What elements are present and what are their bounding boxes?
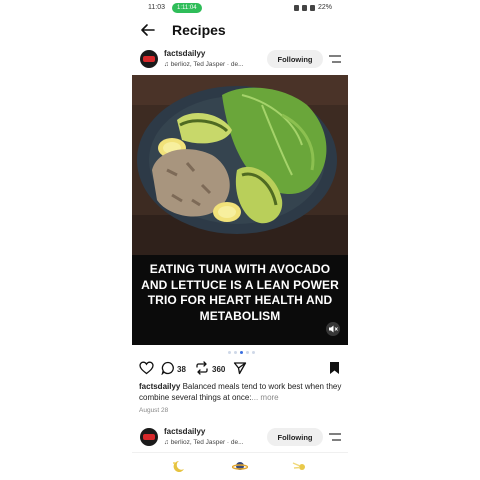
post-actions: 38 360 bbox=[132, 360, 348, 378]
bookmark-icon[interactable] bbox=[329, 361, 340, 375]
comment-count: 38 bbox=[177, 365, 186, 374]
post-caption[interactable]: factsdailyy Balanced meals tend to work … bbox=[139, 381, 345, 403]
next-post-header: factsdailyy ♫ berlioz, Ted Jasper · de..… bbox=[132, 424, 348, 454]
carousel-dot bbox=[234, 351, 237, 354]
carousel-dot bbox=[228, 351, 231, 354]
wifi-icon bbox=[301, 4, 307, 11]
heart-icon[interactable] bbox=[139, 361, 154, 375]
avatar[interactable] bbox=[140, 50, 158, 68]
page-title: Recipes bbox=[172, 22, 226, 38]
call-pill[interactable]: 1:11:04 bbox=[172, 3, 202, 13]
music-label: berlioz, Ted Jasper · de... bbox=[170, 61, 244, 68]
overlay-text: EATING TUNA WITH AVOCADO AND LETTUCE IS … bbox=[141, 262, 339, 323]
carousel-dot bbox=[252, 351, 255, 354]
signal-icon bbox=[309, 4, 315, 11]
moon-icon[interactable] bbox=[170, 459, 186, 473]
more-menu-icon[interactable] bbox=[329, 54, 341, 64]
more-link[interactable]: ... more bbox=[252, 393, 279, 402]
status-bar: 11:03 1:11:04 22% bbox=[132, 0, 348, 16]
next-post-music[interactable]: ♫ berlioz, Ted Jasper · de... bbox=[164, 439, 244, 446]
more-menu-icon[interactable] bbox=[329, 432, 341, 442]
post-username[interactable]: factsdailyy bbox=[164, 49, 205, 58]
status-time: 11:03 bbox=[148, 4, 165, 11]
bottom-nav bbox=[132, 452, 348, 480]
following-button[interactable]: Following bbox=[267, 50, 323, 68]
battery-text: 22% bbox=[317, 4, 332, 11]
repost-icon[interactable] bbox=[195, 361, 209, 375]
comment-icon[interactable] bbox=[161, 361, 175, 375]
carousel-dot bbox=[246, 351, 249, 354]
post-music[interactable]: ♫ berlioz, Ted Jasper · de... bbox=[164, 61, 244, 68]
music-label: berlioz, Ted Jasper · de... bbox=[170, 439, 244, 446]
notification-icon bbox=[293, 4, 299, 11]
avatar[interactable] bbox=[140, 428, 158, 446]
speaker-muted-icon bbox=[329, 325, 338, 333]
status-icons: 22% bbox=[293, 4, 332, 11]
planet-icon[interactable] bbox=[232, 459, 248, 473]
mute-button[interactable] bbox=[326, 322, 340, 336]
comet-icon[interactable] bbox=[292, 459, 308, 473]
next-post-username[interactable]: factsdailyy bbox=[164, 427, 205, 436]
app-header: Recipes bbox=[132, 18, 348, 44]
post-date: August 28 bbox=[139, 407, 169, 414]
caption-username[interactable]: factsdailyy bbox=[139, 382, 180, 391]
repost-count: 360 bbox=[212, 365, 226, 374]
share-icon[interactable] bbox=[233, 361, 247, 375]
following-button[interactable]: Following bbox=[267, 428, 323, 446]
phone-screen: 11:03 1:11:04 22% Recipes factsdailyy ♫ … bbox=[132, 0, 348, 480]
carousel-dot-active bbox=[240, 351, 243, 354]
post-image[interactable]: EATING TUNA WITH AVOCADO AND LETTUCE IS … bbox=[132, 75, 348, 345]
carousel-dots bbox=[228, 351, 255, 354]
back-arrow-icon[interactable] bbox=[140, 22, 156, 38]
post-header: factsdailyy ♫ berlioz, Ted Jasper · de..… bbox=[132, 46, 348, 76]
